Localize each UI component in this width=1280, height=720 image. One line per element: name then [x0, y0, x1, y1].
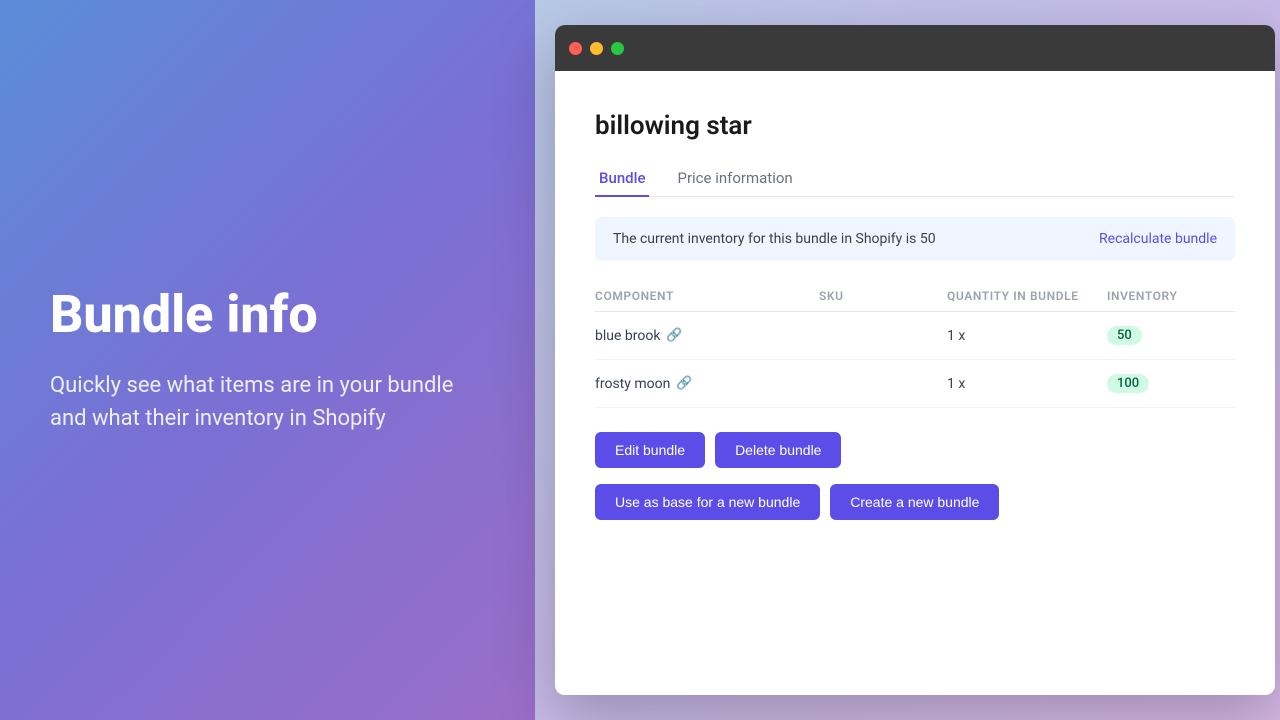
secondary-buttons-row: Use as base for a new bundle Create a ne… [595, 484, 1235, 520]
tabs-container: Bundle Price information [595, 161, 1235, 197]
banner-text: The current inventory for this bundle in… [613, 231, 936, 247]
tab-price-information[interactable]: Price information [673, 161, 796, 197]
sku-1 [819, 312, 947, 360]
col-header-component: COMPONENT [595, 281, 819, 312]
table-row: blue brook 🔗 1 x 50 [595, 312, 1235, 360]
quantity-2: 1 x [947, 376, 965, 392]
edit-bundle-button[interactable]: Edit bundle [595, 432, 705, 468]
col-header-sku: SKU [819, 281, 947, 312]
left-title: Bundle info [50, 285, 485, 345]
info-banner: The current inventory for this bundle in… [595, 217, 1235, 261]
recalculate-link[interactable]: Recalculate bundle [1099, 231, 1217, 247]
left-panel: Bundle info Quickly see what items are i… [0, 0, 535, 720]
quantity-1: 1 x [947, 328, 965, 344]
use-as-base-button[interactable]: Use as base for a new bundle [595, 484, 820, 520]
link-icon-2[interactable]: 🔗 [676, 376, 692, 391]
browser-titlebar [555, 25, 1275, 71]
delete-bundle-button[interactable]: Delete bundle [715, 432, 841, 468]
page-title: billowing star [595, 111, 1235, 141]
bundle-table: COMPONENT SKU QUANTITY IN BUNDLE INVENTO… [595, 281, 1235, 408]
col-header-inventory: INVENTORY [1107, 281, 1235, 312]
col-header-quantity: QUANTITY IN BUNDLE [947, 281, 1107, 312]
browser-window: billowing star Bundle Price information … [555, 25, 1275, 695]
traffic-light-red[interactable] [569, 42, 582, 55]
left-description: Quickly see what items are in your bundl… [50, 369, 485, 435]
component-name-2: frosty moon 🔗 [595, 376, 819, 392]
browser-content: billowing star Bundle Price information … [555, 71, 1275, 695]
link-icon-1[interactable]: 🔗 [666, 328, 682, 343]
create-new-bundle-button[interactable]: Create a new bundle [830, 484, 999, 520]
traffic-light-green[interactable] [611, 42, 624, 55]
right-panel: billowing star Bundle Price information … [535, 0, 1280, 720]
component-name-1: blue brook 🔗 [595, 328, 819, 344]
traffic-light-yellow[interactable] [590, 42, 603, 55]
sku-2 [819, 360, 947, 408]
action-buttons-row: Edit bundle Delete bundle [595, 432, 1235, 468]
tab-bundle[interactable]: Bundle [595, 161, 649, 197]
inventory-badge-2: 100 [1107, 374, 1149, 393]
inventory-badge-1: 50 [1107, 326, 1142, 345]
table-row: frosty moon 🔗 1 x 100 [595, 360, 1235, 408]
